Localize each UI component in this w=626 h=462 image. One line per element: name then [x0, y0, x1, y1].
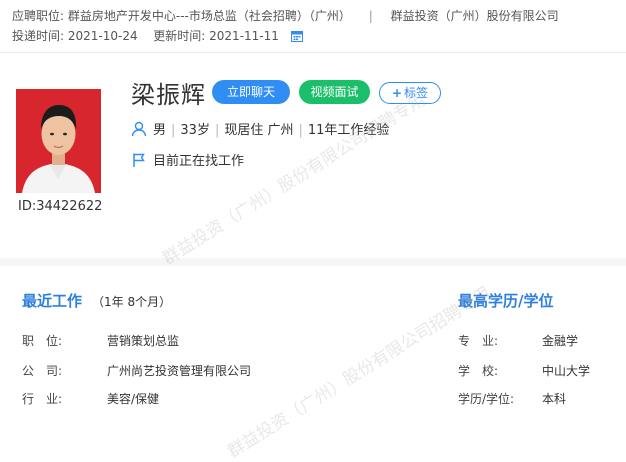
updated-label: 更新时间: [153, 29, 206, 43]
section-divider [0, 258, 626, 266]
work-value: 营销策划总监 [107, 334, 180, 348]
edu-value: 中山大学 [542, 364, 591, 378]
work-row-position: 职 位: 营销策划总监 [22, 332, 179, 349]
candidate-id: ID:34422622 [18, 199, 103, 214]
position-value: 群益房地产开发中心---市场总监（社会招聘）（广州） [67, 9, 351, 23]
residence: 现居住 广州 [224, 123, 294, 138]
flag-icon [131, 152, 147, 172]
person-icon [131, 121, 147, 141]
resume-summary: 最近工作 （1年 8个月） 职 位: 营销策划总监 公 司: 广州尚艺投资管理有限公司… [0, 266, 626, 424]
education-heading: 最高学历/学位 [458, 292, 554, 310]
tag-label: 标签 [404, 86, 429, 100]
calendar-icon[interactable] [290, 28, 303, 42]
work-value: 美容/保健 [107, 392, 160, 406]
application-header: 应聘职位: 群益房地产开发中心---市场总监（社会招聘）（广州） | 群益投资（… [0, 0, 626, 48]
edu-value: 金融学 [542, 334, 579, 348]
candidate-name: 梁振辉 [131, 81, 206, 109]
work-label: 公 司: [22, 364, 63, 378]
edu-row-major: 专 业: 金融学 [458, 332, 578, 349]
edu-row-degree: 学历/学位: 本科 [458, 390, 566, 407]
sent-date: 2021-10-24 [67, 29, 138, 43]
edu-label: 学 校: [458, 364, 499, 378]
work-label: 职 位: [22, 334, 63, 348]
plus-icon: + [391, 86, 403, 100]
updated-date: 2021-11-11 [209, 29, 279, 43]
job-status-text: 目前正在找工作 [153, 154, 245, 169]
company-name: 群益投资（广州）股份有限公司 [390, 9, 559, 23]
candidate-photo [16, 89, 101, 193]
edu-label: 专 业: [458, 334, 499, 348]
experience: 11年工作经验 [307, 123, 390, 138]
work-row-industry: 行 业: 美容/保健 [22, 390, 159, 407]
chat-now-button[interactable]: 立即聊天 [212, 80, 290, 104]
work-label: 行 业: [22, 392, 63, 406]
work-value: 广州尚艺投资管理有限公司 [107, 364, 252, 378]
work-duration: （1年 8个月） [92, 295, 172, 309]
header-separator: | [368, 9, 373, 23]
candidate-info: 男 | 33岁 | 现居住 广州 | 11年工作经验 [131, 119, 389, 141]
recent-work-heading: 最近工作 （1年 8个月） [22, 292, 172, 310]
position-label: 应聘职位: [12, 9, 65, 23]
video-interview-button[interactable]: 视频面试 [299, 80, 370, 104]
work-row-company: 公 司: 广州尚艺投资管理有限公司 [22, 362, 251, 379]
job-status: 目前正在找工作 [131, 150, 244, 172]
candidate-card: ID:34422622 梁振辉 立即聊天 视频面试 + 标签 男 | 33岁 | 现居住 … [0, 53, 626, 258]
gender: 男 [153, 123, 167, 138]
edu-label: 学历/学位: [458, 392, 515, 406]
edu-row-school: 学 校: 中山大学 [458, 362, 590, 379]
sent-label: 投递时间: [12, 29, 65, 43]
add-tag-button[interactable]: + 标签 [379, 82, 441, 104]
edu-value: 本科 [542, 392, 567, 406]
age: 33岁 [180, 123, 210, 138]
